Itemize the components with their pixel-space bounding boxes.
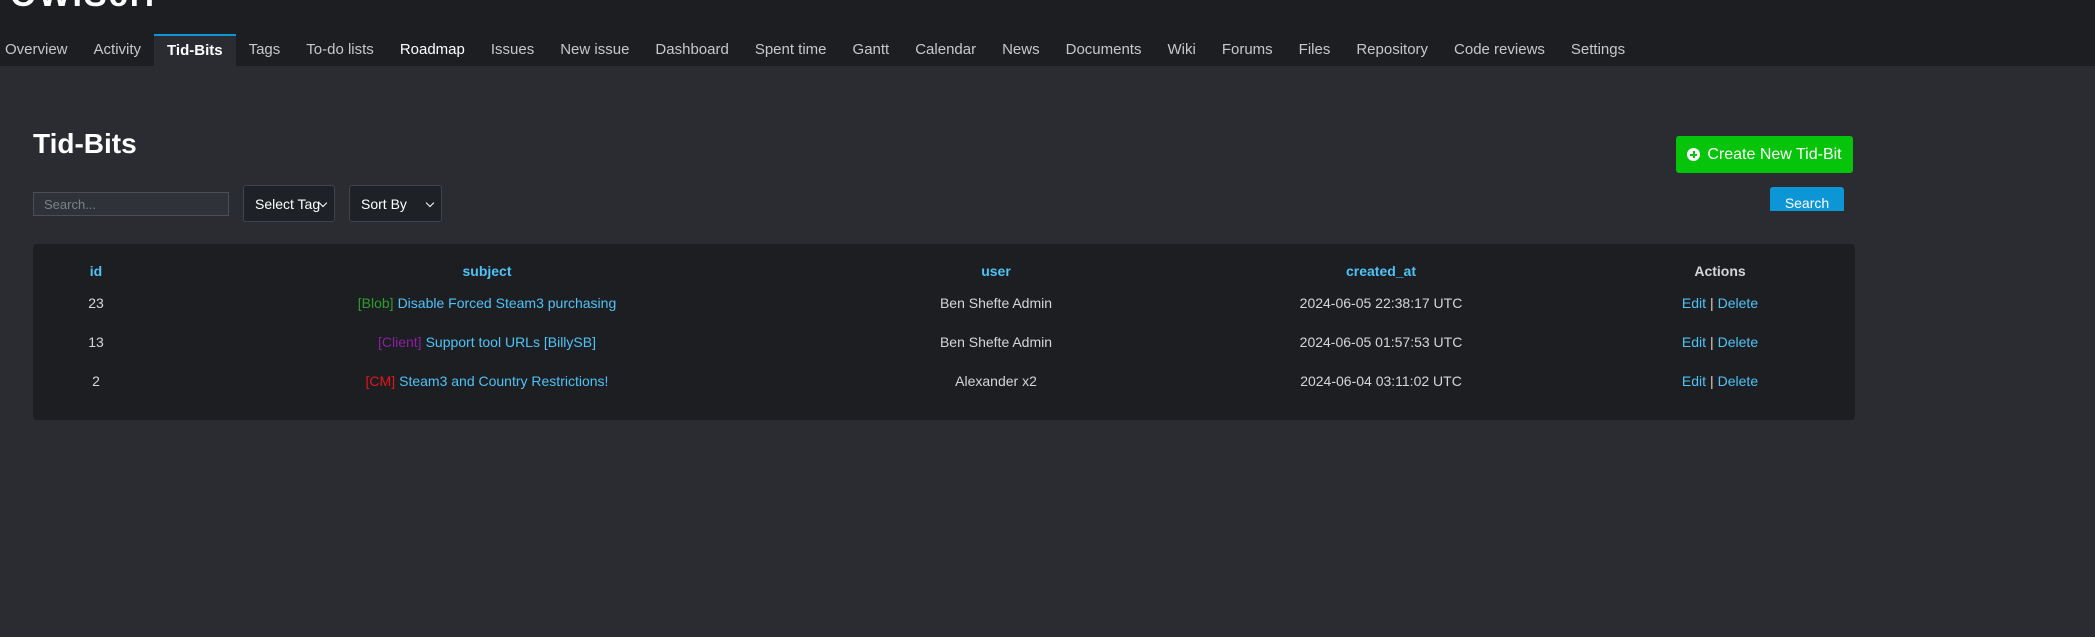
sort-by-value: Sort By [361,195,407,212]
tab-overview[interactable]: Overview [0,34,81,66]
tab-wiki[interactable]: Wiki [1154,34,1208,66]
chevron-down-icon [425,198,435,208]
main-tab-bar: Overview Activity Tid-Bits Tags To-do li… [0,34,1638,66]
edit-link[interactable]: Edit [1682,334,1706,350]
tab-issues[interactable]: Issues [478,34,547,66]
tab-gantt[interactable]: Gantt [840,34,903,66]
select-tag-value: Select Tag [255,195,321,212]
create-button-label: Create New Tid-Bit [1707,145,1842,163]
tab-settings[interactable]: Settings [1558,34,1638,66]
delete-link[interactable]: Delete [1718,334,1758,350]
delete-link[interactable]: Delete [1718,373,1758,389]
search-button[interactable]: Search [1770,187,1844,211]
tab-spent-time[interactable]: Spent time [742,34,840,66]
search-input[interactable] [33,192,229,216]
tid-bits-table-card: id subject user created_at Actions 23 [B… [33,244,1855,420]
header-user[interactable]: user [815,244,1177,283]
project-title: OWIScrl [10,0,156,15]
tab-to-do-lists[interactable]: To-do lists [293,34,387,66]
sort-by-dropdown[interactable]: Sort By [349,185,442,222]
row-subject: [Blob] Disable Forced Steam3 purchasing [159,283,815,322]
create-new-tid-bit-button[interactable]: Create New Tid-Bit [1676,136,1853,173]
tab-roadmap[interactable]: Roadmap [387,34,478,66]
subject-link[interactable]: Disable Forced Steam3 purchasing [398,295,617,311]
subject-tag: [CM] [365,372,396,389]
plus-circle-icon [1687,148,1701,161]
table-header-row: id subject user created_at Actions [33,244,1855,283]
row-id: 2 [92,372,100,389]
header-actions: Actions [1694,263,1746,279]
subject-link[interactable]: Support tool URLs [BillySB] [426,334,596,350]
table-row: 13 [Client] Support tool URLs [BillySB] B… [33,322,1855,361]
tab-calendar[interactable]: Calendar [902,34,989,66]
tab-code-reviews[interactable]: Code reviews [1441,34,1558,66]
tab-new-issue[interactable]: New issue [547,34,642,66]
select-tag-dropdown[interactable]: Select Tag [243,185,335,222]
row-subject: [Client] Support tool URLs [BillySB] [159,322,815,361]
row-subject: [CM] Steam3 and Country Restrictions! [159,361,815,400]
edit-link[interactable]: Edit [1682,295,1706,311]
row-created-at: 2024-06-05 01:57:53 UTC [1299,333,1463,350]
row-actions: Edit | Delete [1585,322,1855,361]
tab-repository[interactable]: Repository [1343,34,1441,66]
row-user: Alexander x2 [955,372,1037,389]
tab-activity[interactable]: Activity [81,34,155,66]
action-separator: | [1710,294,1714,311]
row-actions: Edit | Delete [1585,361,1855,400]
subject-tag: [Client] [378,333,422,350]
action-separator: | [1710,372,1714,389]
row-created-at: 2024-06-05 22:38:17 UTC [1299,294,1463,311]
header-subject[interactable]: subject [159,244,815,283]
page-title: Tid-Bits [33,128,137,159]
row-id: 13 [88,333,104,350]
tab-forums[interactable]: Forums [1209,34,1286,66]
top-header: OWIScrl Overview Activity Tid-Bits Tags … [0,0,2095,66]
row-created-at: 2024-06-04 03:11:02 UTC [1300,372,1462,389]
row-id: 23 [88,294,104,311]
tab-news[interactable]: News [989,34,1053,66]
delete-link[interactable]: Delete [1718,295,1758,311]
tab-files[interactable]: Files [1286,34,1344,66]
subject-tag: [Blob] [357,294,394,311]
row-user: Ben Shefte Admin [939,294,1053,311]
tab-tags[interactable]: Tags [236,34,294,66]
table-row: 23 [Blob] Disable Forced Steam3 purchasin… [33,283,1855,322]
header-id[interactable]: id [33,244,159,283]
action-separator: | [1710,333,1714,350]
subject-link[interactable]: Steam3 and Country Restrictions! [399,373,608,389]
row-user: Ben Shefte Admin [939,333,1053,350]
tab-documents[interactable]: Documents [1053,34,1155,66]
row-actions: Edit | Delete [1585,283,1855,322]
tab-dashboard[interactable]: Dashboard [642,34,741,66]
tid-bits-table: id subject user created_at Actions 23 [B… [33,244,1855,400]
tab-tid-bits[interactable]: Tid-Bits [154,34,236,66]
edit-link[interactable]: Edit [1682,373,1706,389]
table-row: 2 [CM] Steam3 and Country Restrictions! A… [33,361,1855,400]
header-created-at[interactable]: created_at [1177,244,1585,283]
